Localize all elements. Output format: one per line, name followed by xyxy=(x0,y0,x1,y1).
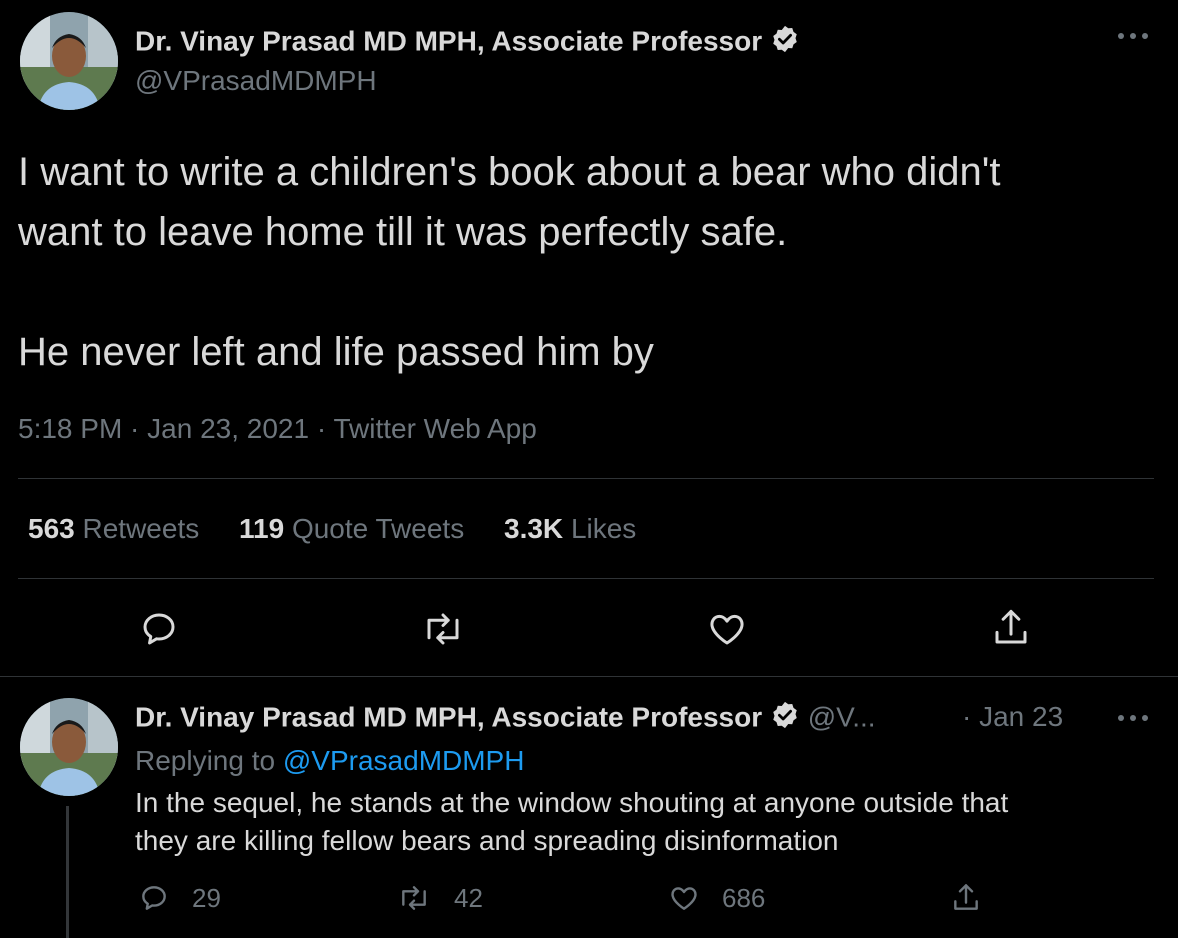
reply-date[interactable]: · Jan 23 xyxy=(962,700,1063,734)
tweet-text-line-2: want to leave home till it was perfectly… xyxy=(18,210,788,254)
ellipsis-icon[interactable] xyxy=(1115,26,1151,51)
like-action[interactable]: 686 xyxy=(668,882,765,914)
share-icon[interactable] xyxy=(990,606,1032,650)
reply-text-line-2: they are killing fellow bears and spread… xyxy=(135,825,839,856)
likes-label: Likes xyxy=(570,513,637,544)
retweets-label: Retweets xyxy=(82,513,200,544)
quotes-stat[interactable]: 119 Quote Tweets xyxy=(239,513,472,544)
tweet-text-line-3: He never left and life passed him by xyxy=(18,330,654,374)
reply-handle[interactable]: @V... xyxy=(808,701,876,732)
share-icon[interactable] xyxy=(950,880,982,916)
verified-badge-icon xyxy=(770,24,800,62)
like-count: 686 xyxy=(722,882,766,913)
reply-text-line-1: In the sequel, he stands at the window s… xyxy=(135,787,1009,818)
likes-stat[interactable]: 3.3K Likes xyxy=(504,513,636,544)
reply-count: 29 xyxy=(192,882,221,913)
retweets-count: 563 xyxy=(28,513,75,544)
like-icon xyxy=(668,882,700,914)
ellipsis-icon[interactable] xyxy=(1115,708,1151,733)
divider xyxy=(0,676,1178,677)
thread-line xyxy=(66,806,69,938)
verified-badge-icon xyxy=(770,700,800,738)
tweet-text-line-1: I want to write a children's book about … xyxy=(18,150,1001,194)
like-icon[interactable] xyxy=(706,608,748,650)
reply-header: Dr. Vinay Prasad MD MPH, Associate Profe… xyxy=(135,700,876,738)
replying-prefix: Replying to xyxy=(135,745,276,776)
retweets-stat[interactable]: 563 Retweets xyxy=(28,513,207,544)
replying-to: Replying to @VPrasadMDMPH xyxy=(135,744,524,778)
reply-icon xyxy=(138,882,170,914)
author-handle[interactable]: @VPrasadMDMPH xyxy=(135,64,377,98)
reply-icon[interactable] xyxy=(138,608,180,650)
divider xyxy=(18,478,1154,479)
engagement-stats: 563 Retweets 119 Quote Tweets 3.3K Likes xyxy=(28,512,636,546)
avatar[interactable] xyxy=(20,12,118,110)
reply-action[interactable]: 29 xyxy=(138,882,221,914)
divider xyxy=(18,578,1154,579)
quotes-count: 119 xyxy=(239,513,285,544)
avatar[interactable] xyxy=(20,698,118,796)
replying-handle-link[interactable]: @VPrasadMDMPH xyxy=(283,745,525,776)
retweet-icon xyxy=(396,882,432,914)
likes-count: 3.3K xyxy=(504,513,564,544)
retweet-action[interactable]: 42 xyxy=(396,882,483,914)
author-name-text[interactable]: Dr. Vinay Prasad MD MPH, Associate Profe… xyxy=(135,25,762,56)
retweet-count: 42 xyxy=(454,882,483,913)
author-name[interactable]: Dr. Vinay Prasad MD MPH, Associate Profe… xyxy=(135,24,800,62)
quotes-label: Quote Tweets xyxy=(291,513,465,544)
reply-author-name[interactable]: Dr. Vinay Prasad MD MPH, Associate Profe… xyxy=(135,701,762,732)
retweet-icon[interactable] xyxy=(420,608,466,650)
tweet-meta[interactable]: 5:18 PM · Jan 23, 2021 · Twitter Web App xyxy=(18,412,537,446)
